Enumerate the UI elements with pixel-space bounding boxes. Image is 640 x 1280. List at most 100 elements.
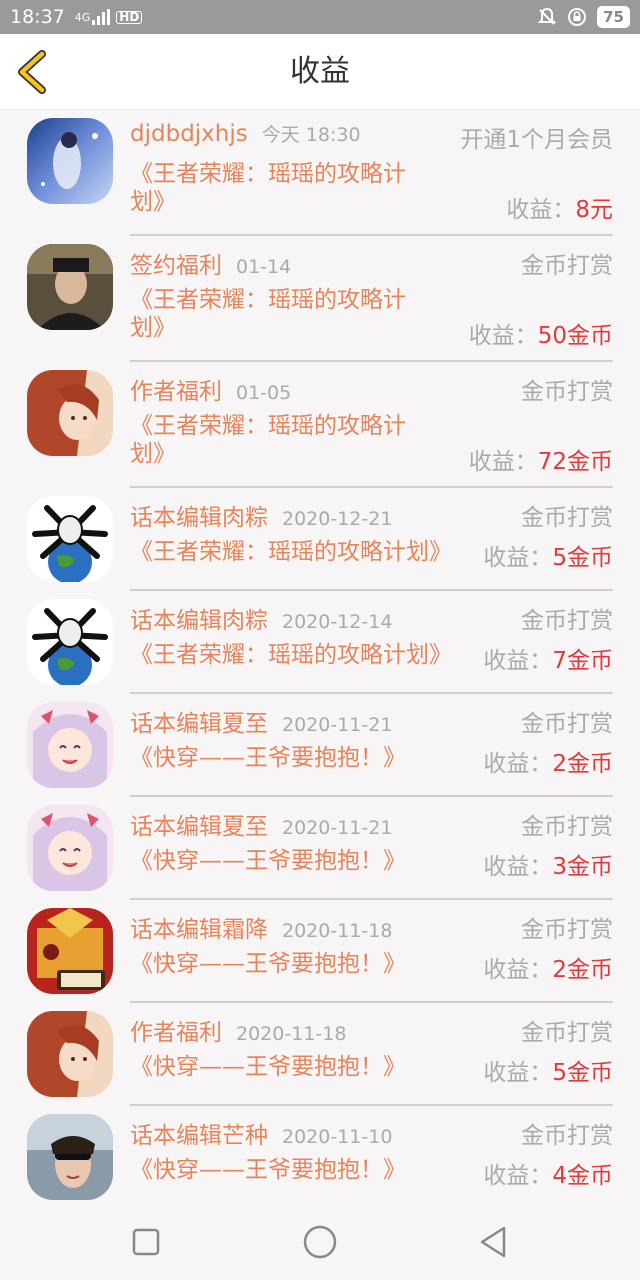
earn-label: 收益： xyxy=(483,545,553,571)
record-date: 今天 18:30 xyxy=(261,124,361,146)
record-date: 01-05 xyxy=(236,382,292,404)
list-item[interactable]: 话本编辑肉粽 2020-12-14 金币打赏 《王者荣耀：瑶瑶的攻略计划》 收益：… xyxy=(0,591,640,694)
book-title: 《快穿——王爷要抱抱！》 xyxy=(130,745,406,771)
book-title: 《王者荣耀：瑶瑶的攻略计划》 xyxy=(130,539,452,565)
earnings: 收益：3金币 xyxy=(483,847,613,881)
earn-label: 收益： xyxy=(483,1163,553,1189)
record-date: 2020-12-21 xyxy=(282,508,393,530)
earn-amount: 4金币 xyxy=(552,1163,613,1189)
bell-muted-icon xyxy=(537,7,557,25)
earnings: 收益：5金币 xyxy=(483,538,613,572)
earn-amount: 2金币 xyxy=(552,957,613,983)
battery-icon: 75 xyxy=(597,6,630,28)
earnings: 收益：4金币 xyxy=(483,1156,613,1190)
avatar xyxy=(27,118,113,204)
user-name: 作者福利 xyxy=(130,379,222,405)
user-name: 话本编辑霜降 xyxy=(130,917,268,943)
item-content: 作者福利 01-05 金币打赏 《王者荣耀：瑶瑶的攻略计 划》 收益：72金币 xyxy=(130,362,613,488)
item-content: 话本编辑霜降 2020-11-18 金币打赏 《快穿——王爷要抱抱！》 收益：2金… xyxy=(130,900,613,1003)
list-item[interactable]: 签约福利 01-14 金币打赏 《王者荣耀：瑶瑶的攻略计 划》 收益：50金币 xyxy=(0,236,640,362)
user-name: 话本编辑夏至 xyxy=(130,814,268,840)
list-item[interactable]: 话本编辑夏至 2020-11-21 金币打赏 《快穿——王爷要抱抱！》 收益：3金… xyxy=(0,797,640,900)
status-bar: 18:37 4G HD 75 xyxy=(0,0,640,34)
earnings: 收益：7金币 xyxy=(483,641,613,675)
record-date: 2020-11-10 xyxy=(282,1126,393,1148)
record-type: 金币打赏 xyxy=(521,379,613,405)
earn-label: 收益： xyxy=(468,449,538,475)
earnings: 收益：2金币 xyxy=(483,744,613,778)
avatar xyxy=(27,244,113,330)
avatar xyxy=(27,1011,113,1097)
record-type: 金币打赏 xyxy=(521,253,613,279)
record-type: 金币打赏 xyxy=(521,814,613,840)
list-item[interactable]: 话本编辑肉粽 2020-12-21 金币打赏 《王者荣耀：瑶瑶的攻略计划》 收益：… xyxy=(0,488,640,591)
network-type: 4G xyxy=(74,10,91,24)
list-item[interactable]: 作者福利 01-05 金币打赏 《王者荣耀：瑶瑶的攻略计 划》 收益：72金币 xyxy=(0,362,640,488)
signal-icon xyxy=(92,9,111,25)
record-date: 2020-11-18 xyxy=(236,1023,347,1045)
record-type: 金币打赏 xyxy=(521,917,613,943)
record-type: 金币打赏 xyxy=(521,1020,613,1046)
earnings: 收益：2金币 xyxy=(483,950,613,984)
item-content: 话本编辑夏至 2020-11-21 金币打赏 《快穿——王爷要抱抱！》 收益：3金… xyxy=(130,797,613,900)
record-type: 开通1个月会员 xyxy=(460,127,613,153)
book-title: 《快穿——王爷要抱抱！》 xyxy=(130,848,406,874)
user-name: 作者福利 xyxy=(130,1020,222,1046)
earn-amount: 8元 xyxy=(575,197,613,223)
list-item[interactable]: 话本编辑夏至 2020-11-21 金币打赏 《快穿——王爷要抱抱！》 收益：2金… xyxy=(0,694,640,797)
hd-label: HD xyxy=(116,10,143,24)
item-content: djdbdjxhjs 今天 18:30 开通1个月会员 《王者荣耀：瑶瑶的攻略计划… xyxy=(130,110,613,236)
record-date: 2020-11-21 xyxy=(282,714,393,736)
earn-amount: 5金币 xyxy=(552,1060,613,1086)
book-title: 《王者荣耀：瑶瑶的攻略计划》 xyxy=(130,642,452,668)
earnings: 收益：8元 xyxy=(506,190,613,224)
circle-icon[interactable] xyxy=(300,1222,340,1262)
item-content: 话本编辑肉粽 2020-12-21 金币打赏 《王者荣耀：瑶瑶的攻略计划》 收益：… xyxy=(130,488,613,591)
item-content: 话本编辑芒种 2020-11-10 金币打赏 《快穿——王爷要抱抱！》 收益：4金… xyxy=(130,1106,613,1209)
avatar xyxy=(27,702,113,788)
earn-label: 收益： xyxy=(483,854,553,880)
avatar xyxy=(27,805,113,891)
list-item[interactable]: 作者福利 2020-11-18 金币打赏 《快穿——王爷要抱抱！》 收益：5金币 xyxy=(0,1003,640,1106)
record-date: 2020-11-18 xyxy=(282,920,393,942)
earnings: 收益：72金币 xyxy=(469,442,613,476)
user-name: 话本编辑夏至 xyxy=(130,711,268,737)
triangle-back-icon[interactable] xyxy=(474,1222,514,1262)
book-title: 《快穿——王爷要抱抱！》 xyxy=(130,1054,406,1080)
avatar xyxy=(27,370,113,456)
record-type: 金币打赏 xyxy=(521,505,613,531)
user-name: 签约福利 xyxy=(130,253,222,279)
list-item[interactable]: 话本编辑芒种 2020-11-10 金币打赏 《快穿——王爷要抱抱！》 收益：4金… xyxy=(0,1106,640,1209)
user-name: djdbdjxhjs xyxy=(130,121,248,147)
earn-amount: 3金币 xyxy=(552,854,613,880)
square-icon[interactable] xyxy=(126,1222,166,1262)
item-content: 话本编辑肉粽 2020-12-14 金币打赏 《王者荣耀：瑶瑶的攻略计划》 收益：… xyxy=(130,591,613,694)
record-type: 金币打赏 xyxy=(521,608,613,634)
earn-amount: 72金币 xyxy=(537,449,613,475)
book-title: 《王者荣耀：瑶瑶的攻略计划》 xyxy=(130,413,406,467)
earnings: 收益：5金币 xyxy=(483,1053,613,1087)
lock-rotation-icon xyxy=(568,8,587,26)
item-content: 作者福利 2020-11-18 金币打赏 《快穿——王爷要抱抱！》 收益：5金币 xyxy=(130,1003,613,1106)
user-name: 话本编辑肉粽 xyxy=(130,505,268,531)
book-title: 《王者荣耀：瑶瑶的攻略计划》 xyxy=(130,287,406,341)
book-title: 《快穿——王爷要抱抱！》 xyxy=(130,951,406,977)
earn-amount: 5金币 xyxy=(552,545,613,571)
earn-label: 收益： xyxy=(483,957,553,983)
earn-amount: 50金币 xyxy=(537,323,613,349)
record-date: 01-14 xyxy=(236,256,292,278)
earn-label: 收益： xyxy=(483,1060,553,1086)
earn-label: 收益： xyxy=(483,648,553,674)
list-item[interactable]: 话本编辑霜降 2020-11-18 金币打赏 《快穿——王爷要抱抱！》 收益：2金… xyxy=(0,900,640,1003)
record-date: 2020-12-14 xyxy=(282,611,393,633)
record-type: 金币打赏 xyxy=(521,711,613,737)
item-content: 话本编辑夏至 2020-11-21 金币打赏 《快穿——王爷要抱抱！》 收益：2金… xyxy=(130,694,613,797)
user-name: 话本编辑肉粽 xyxy=(130,608,268,634)
status-time: 18:37 xyxy=(10,6,65,28)
earn-label: 收益： xyxy=(506,197,576,223)
list-item[interactable]: djdbdjxhjs 今天 18:30 开通1个月会员 《王者荣耀：瑶瑶的攻略计划… xyxy=(0,110,640,236)
network-indicator: 4G HD xyxy=(75,9,143,25)
avatar xyxy=(27,908,113,994)
user-name: 话本编辑芒种 xyxy=(130,1123,268,1149)
earn-amount: 2金币 xyxy=(552,751,613,777)
